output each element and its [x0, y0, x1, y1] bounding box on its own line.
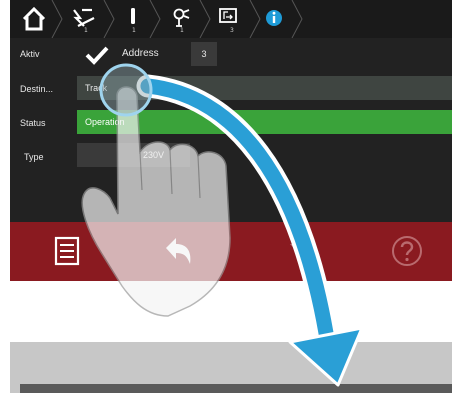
- breadcrumb-count: 1: [180, 27, 184, 34]
- breadcrumb: 1 1 1 3: [10, 0, 452, 38]
- destination-label: Destin...: [20, 84, 54, 94]
- home-icon: [22, 6, 46, 31]
- breadcrumb-switch[interactable]: 1: [66, 0, 104, 38]
- menu-button[interactable]: [48, 232, 86, 270]
- status-field: Operation: [77, 110, 452, 134]
- breadcrumb-home[interactable]: [12, 0, 52, 38]
- destination-field[interactable]: Track: [77, 76, 452, 100]
- address-value[interactable]: 3: [191, 42, 217, 66]
- status-label: Status: [20, 118, 46, 128]
- help-icon: [392, 236, 422, 266]
- chevron-separator-icon: [103, 0, 115, 38]
- address-label: Address: [122, 48, 159, 59]
- breadcrumb-count: 1: [132, 27, 136, 34]
- dropdown-button[interactable]: [282, 232, 320, 270]
- back-button[interactable]: [160, 232, 198, 270]
- breadcrumb-screen[interactable]: 3: [210, 0, 250, 38]
- info-icon: [266, 10, 282, 26]
- type-label: Type: [24, 152, 44, 162]
- help-button[interactable]: [388, 232, 426, 270]
- menu-icon: [54, 236, 80, 266]
- chevron-separator-icon: [149, 0, 161, 38]
- chevron-separator-icon: [51, 0, 63, 38]
- type-field[interactable]: 230V: [77, 143, 190, 167]
- device-screen: 1 1 1 3 Aktiv Address 3 Destin... Track …: [10, 0, 452, 281]
- aktiv-label: Aktiv: [20, 49, 40, 59]
- chevron-separator-icon: [291, 0, 303, 38]
- dropdown-icon: [290, 244, 312, 256]
- action-bar: [10, 222, 452, 281]
- breadcrumb-lamp[interactable]: 1: [162, 0, 200, 38]
- breadcrumb-info[interactable]: [254, 0, 294, 38]
- back-icon: [166, 238, 191, 264]
- breadcrumb-count: 3: [230, 27, 234, 34]
- checkmark-icon[interactable]: [84, 44, 110, 66]
- lower-panel-strip: [20, 384, 452, 393]
- breadcrumb-output[interactable]: 1: [116, 0, 150, 38]
- breadcrumb-count: 1: [84, 27, 88, 34]
